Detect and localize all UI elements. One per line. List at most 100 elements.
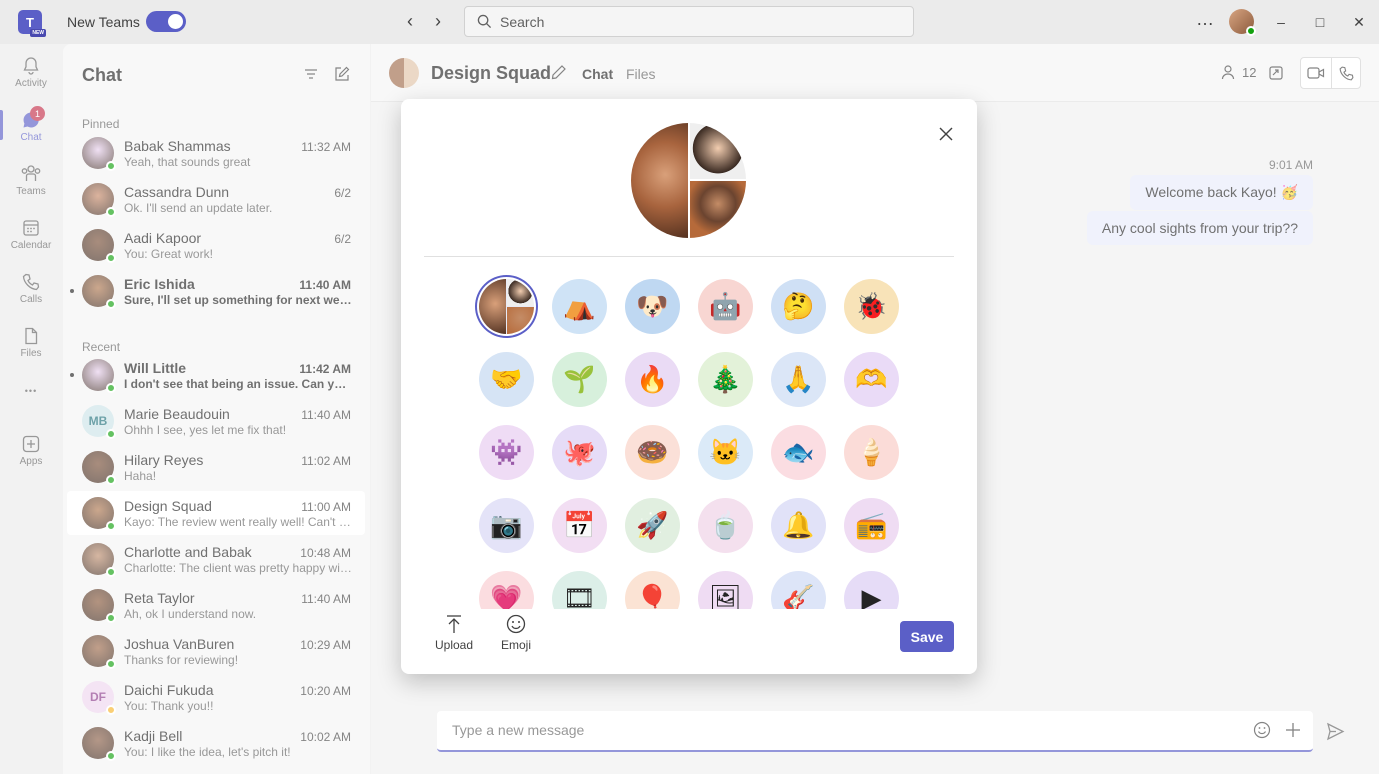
ice-cream-icon[interactable]: 🍦 — [844, 425, 899, 480]
share-screen-button[interactable] — [1261, 58, 1291, 88]
octopus-icon[interactable]: 🐙 — [552, 425, 607, 480]
avatar-icon-grid[interactable]: ⛺ 🐶 🤖 🤔 🐞 🤝 🌱 🔥 🎄 🙏 🫶 👾 🐙 🍩 🐱 🐟 🍦 📷 📅 🚀 🍵 🔔 📻 💗 🎞 🎈 🖼 🎸 ▶ — [401, 269, 977, 609]
tab-chat[interactable]: Chat — [582, 66, 613, 82]
camping-tent-icon[interactable]: ⛺ — [552, 279, 607, 334]
edit-pencil-icon[interactable] — [550, 64, 567, 81]
camera-icon[interactable]: 📷 — [479, 498, 534, 553]
chat-item-preview: Kayo: The review went really well! Can't… — [124, 515, 352, 529]
close-dialog-button[interactable] — [939, 127, 953, 144]
presence-icon — [106, 613, 116, 623]
audio-call-icon[interactable] — [1338, 65, 1355, 82]
calendar-sticker-icon[interactable]: 📅 — [552, 498, 607, 553]
chat-badge: 1 — [30, 106, 45, 121]
settings-more-icon[interactable]: … — [1196, 9, 1214, 30]
chat-item-time: 10:02 AM — [300, 730, 351, 744]
group-picture-preview — [631, 123, 746, 238]
cat-cup-icon[interactable]: 🐱 — [698, 425, 753, 480]
rail-item-files[interactable]: Files — [0, 314, 62, 366]
send-icon[interactable] — [1326, 722, 1345, 741]
guitar-icon[interactable]: 🎸 — [771, 571, 826, 609]
filter-icon[interactable] — [303, 66, 319, 82]
chat-list-item[interactable]: DF Daichi Fukuda 10:20 AM You: Thank you!! — [67, 675, 365, 719]
dog-face-icon[interactable]: 🐶 — [625, 279, 680, 334]
close-window-button[interactable]: ✕ — [1349, 12, 1369, 32]
message-input[interactable] — [452, 722, 1212, 738]
participants-count: 12 — [1242, 64, 1257, 80]
chat-list-item[interactable]: MB Marie Beaudouin 11:40 AM Ohhh I see, yes… — [67, 399, 365, 443]
boombox-icon[interactable]: 📻 — [844, 498, 899, 553]
robot-icon[interactable]: 🤖 — [698, 279, 753, 334]
video-call-icon[interactable] — [1307, 66, 1325, 80]
maximize-button[interactable]: □ — [1310, 12, 1330, 32]
bell-sticker-icon[interactable]: 🔔 — [771, 498, 826, 553]
rail-item-teams[interactable]: Teams — [0, 152, 62, 204]
presence-icon — [106, 161, 116, 171]
save-button[interactable]: Save — [900, 621, 954, 652]
chat-list-item[interactable]: Reta Taylor 11:40 AM Ah, ok I understand n… — [67, 583, 365, 627]
new-chat-icon[interactable] — [333, 66, 350, 83]
rail-item-more[interactable]: ••• — [0, 374, 62, 426]
presence-icon — [106, 299, 116, 309]
rocket-icon[interactable]: 🚀 — [625, 498, 680, 553]
tea-cup-icon[interactable]: 🍵 — [698, 498, 753, 553]
balloon-icon[interactable]: 🎈 — [625, 571, 680, 609]
message-timestamp: 9:01 AM — [1268, 158, 1313, 172]
seedling-hand-icon[interactable]: 🌱 — [552, 352, 607, 407]
heart-hands-icon[interactable]: 🫶 — [844, 352, 899, 407]
rail-item-activity[interactable]: Activity — [0, 44, 62, 96]
chat-item-name: Eric Ishida — [124, 276, 195, 292]
film-reel-icon[interactable]: 🎞 — [552, 571, 607, 609]
chat-list-item[interactable]: Will Little 11:42 AM I don't see that bein… — [67, 353, 365, 397]
emoji-icon[interactable] — [1253, 721, 1271, 739]
chat-list-item[interactable]: Design Squad 11:00 AM Kayo: The review wen… — [67, 491, 365, 535]
emoji-button[interactable]: Emoji — [501, 614, 531, 652]
chat-list-item[interactable]: Eric Ishida 11:40 AM Sure, I'll set up som… — [67, 269, 365, 313]
fish-icon[interactable]: 🐟 — [771, 425, 826, 480]
plus-icon[interactable] — [1284, 721, 1302, 739]
minimize-button[interactable]: – — [1271, 12, 1291, 32]
participants-button[interactable]: 12 — [1221, 64, 1256, 80]
rail-item-calls[interactable]: Calls — [0, 260, 62, 312]
clasped-hands-icon[interactable]: 🙏 — [771, 352, 826, 407]
dialog-divider — [424, 256, 954, 257]
avatar — [82, 727, 116, 761]
search-box[interactable] — [464, 6, 914, 37]
message-composer[interactable] — [437, 711, 1313, 752]
chat-item-name: Babak Shammas — [124, 138, 231, 154]
picture-frame-icon[interactable]: 🖼 — [698, 571, 753, 609]
rail-item-chat[interactable]: 1 Chat — [0, 98, 62, 150]
handshake-icon[interactable]: 🤝 — [479, 352, 534, 407]
tree-star-icon[interactable]: 🎄 — [698, 352, 753, 407]
chat-list-item[interactable]: Babak Shammas 11:32 AM Yeah, that sounds g… — [67, 131, 365, 175]
chat-list-item[interactable]: Kadji Bell 10:02 AM You: I like the idea, … — [67, 721, 365, 765]
chat-list-item[interactable]: Hilary Reyes 11:02 AM Haha! — [67, 445, 365, 489]
flame-hands-icon[interactable]: 🔥 — [625, 352, 680, 407]
rail-item-calendar[interactable]: Calendar — [0, 206, 62, 258]
monster-icon[interactable]: 👾 — [479, 425, 534, 480]
chat-list-item[interactable]: Aadi Kapoor 6/2 You: Great work! — [67, 223, 365, 267]
donut-chef-icon[interactable]: 🍩 — [625, 425, 680, 480]
new-teams-toggle[interactable] — [146, 11, 186, 32]
bug-icon[interactable]: 🐞 — [844, 279, 899, 334]
heart-sticker-icon[interactable]: 💗 — [479, 571, 534, 609]
chat-item-time: 11:42 AM — [299, 362, 351, 376]
chat-list-item[interactable]: Cassandra Dunn 6/2 Ok. I'll send an update… — [67, 177, 365, 221]
group-photo-icon[interactable] — [479, 279, 534, 334]
avatar — [82, 229, 116, 263]
rail-item-apps[interactable]: Apps — [0, 422, 62, 474]
search-input[interactable] — [500, 13, 880, 30]
thinking-face-icon[interactable]: 🤔 — [771, 279, 826, 334]
tab-files[interactable]: Files — [626, 66, 656, 82]
upload-button[interactable]: Upload — [435, 614, 473, 652]
chat-header: Design Squad Chat Files 12 — [371, 44, 1379, 102]
chat-item-time: 10:29 AM — [300, 638, 351, 652]
avatar — [82, 451, 116, 485]
profile-avatar[interactable] — [1229, 9, 1256, 36]
chat-list-item[interactable]: Joshua VanBuren 10:29 AM Thanks for review… — [67, 629, 365, 673]
chat-list-item[interactable]: Charlotte and Babak 10:48 AM Charlotte: Th… — [67, 537, 365, 581]
bell-icon — [23, 57, 39, 75]
back-arrow-icon[interactable]: ‹ — [400, 11, 420, 32]
forward-arrow-icon[interactable]: › — [428, 11, 448, 32]
presence-icon — [106, 521, 116, 531]
video-play-icon[interactable]: ▶ — [844, 571, 899, 609]
